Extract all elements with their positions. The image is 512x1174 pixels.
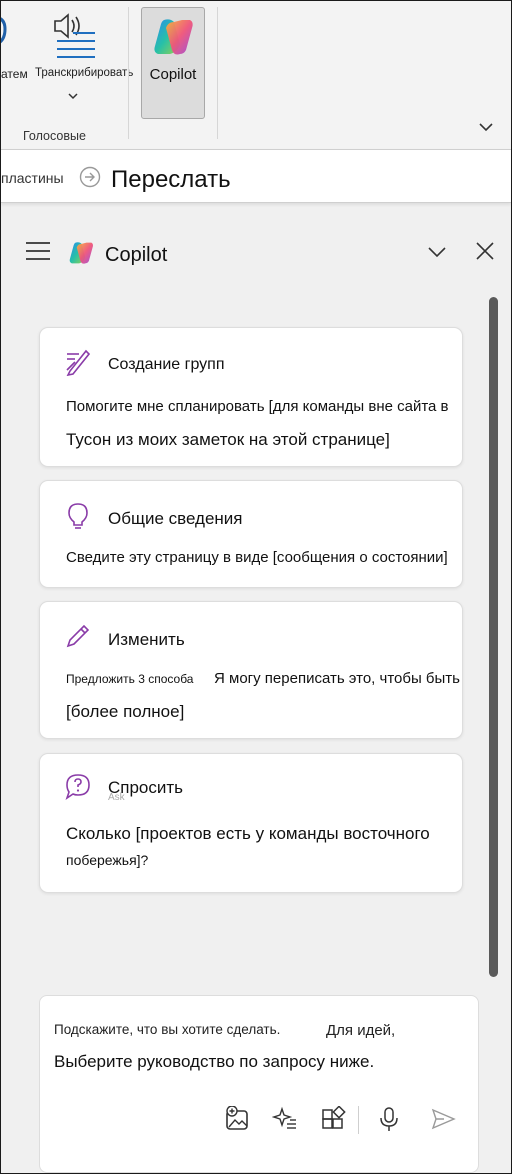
- close-icon[interactable]: [475, 241, 495, 261]
- slides-label[interactable]: пластины: [1, 170, 64, 186]
- chevron-down-icon[interactable]: [67, 91, 79, 101]
- ribbon-divider: [128, 7, 129, 139]
- voice-group-label: Голосовые: [23, 129, 86, 143]
- sparkle-prompt-icon[interactable]: [272, 1106, 298, 1132]
- card-text: Помогите мне спланировать [для команды в…: [66, 398, 449, 415]
- input-hint: Подскажите, что вы хотите сделать.: [54, 1022, 281, 1037]
- card-text: Сколько [проектов есть у команды восточн…: [66, 824, 430, 843]
- hamburger-menu-icon[interactable]: [25, 239, 51, 263]
- scrollbar-thumb[interactable]: [489, 297, 498, 977]
- arrow-right-circle-icon[interactable]: [79, 166, 101, 188]
- pencil-note-icon: [66, 349, 91, 376]
- copilot-logo-icon: [69, 242, 93, 264]
- pane-title: Copilot: [105, 244, 168, 266]
- prompt-card-ask[interactable]: Спросить Ask Сколько [проектов есть у ко…: [39, 753, 463, 893]
- apps-grid-icon[interactable]: [320, 1106, 346, 1132]
- input-hint: Для идей,: [326, 1022, 396, 1039]
- command-strip: пластины Переслать: [1, 149, 511, 203]
- ribbon-collapse-icon[interactable]: [477, 121, 495, 133]
- card-title: Изменить: [108, 630, 185, 649]
- dictate-label[interactable]: атем: [1, 67, 28, 81]
- ribbon-divider: [217, 7, 218, 139]
- question-bubble-icon: [65, 774, 90, 800]
- app-window: атем Транскрибировать Голосовые Copilot …: [0, 0, 512, 1174]
- pencil-icon: [66, 624, 90, 648]
- transcribe-button[interactable]: Транскрибировать: [33, 7, 133, 117]
- copilot-logo-icon: [154, 19, 193, 55]
- card-title-ghost: Ask: [108, 792, 125, 803]
- copilot-ribbon-label: Copilot: [149, 66, 197, 83]
- input-hint: Выберите руководство по запросу ниже.: [54, 1052, 375, 1071]
- prompt-card-create[interactable]: Создание групп Помогите мне спланировать…: [39, 327, 463, 467]
- ribbon: атем Транскрибировать Голосовые Copilot: [1, 1, 511, 149]
- prompt-card-edit[interactable]: Изменить Предложить 3 способа Я могу пер…: [39, 601, 463, 739]
- chevron-down-icon[interactable]: [427, 245, 447, 259]
- forward-button[interactable]: Переслать: [111, 166, 231, 194]
- send-icon[interactable]: [430, 1106, 456, 1132]
- card-title: Общие сведения: [108, 509, 243, 528]
- card-text: Предложить 3 способа: [66, 672, 194, 686]
- card-text: Я могу переписать это, чтобы быть: [214, 670, 460, 687]
- transcribe-icon: [54, 13, 95, 58]
- card-title: Создание групп: [108, 356, 225, 373]
- transcribe-label: Транскрибировать: [35, 67, 134, 79]
- toolbar-divider: [358, 1106, 359, 1134]
- card-text: побережья]?: [66, 852, 149, 868]
- prompt-input[interactable]: Подскажите, что вы хотите сделать. Для и…: [39, 995, 479, 1173]
- card-text: Тусон из моих заметок на этой странице]: [66, 430, 390, 449]
- add-image-icon[interactable]: [224, 1106, 250, 1132]
- prompt-card-summary[interactable]: Общие сведения Сведите эту страницу в ви…: [39, 480, 463, 588]
- copilot-pane: Copilot Создание групп Помогите мне спла…: [5, 219, 505, 1173]
- lightbulb-icon: [68, 503, 88, 529]
- microphone-icon[interactable]: [0, 15, 9, 49]
- microphone-icon[interactable]: [376, 1106, 402, 1132]
- copilot-ribbon-button[interactable]: Copilot: [141, 7, 205, 119]
- card-text: [более полное]: [66, 702, 185, 721]
- card-text: Сведите эту страницу в виде [сообщения о…: [66, 549, 448, 566]
